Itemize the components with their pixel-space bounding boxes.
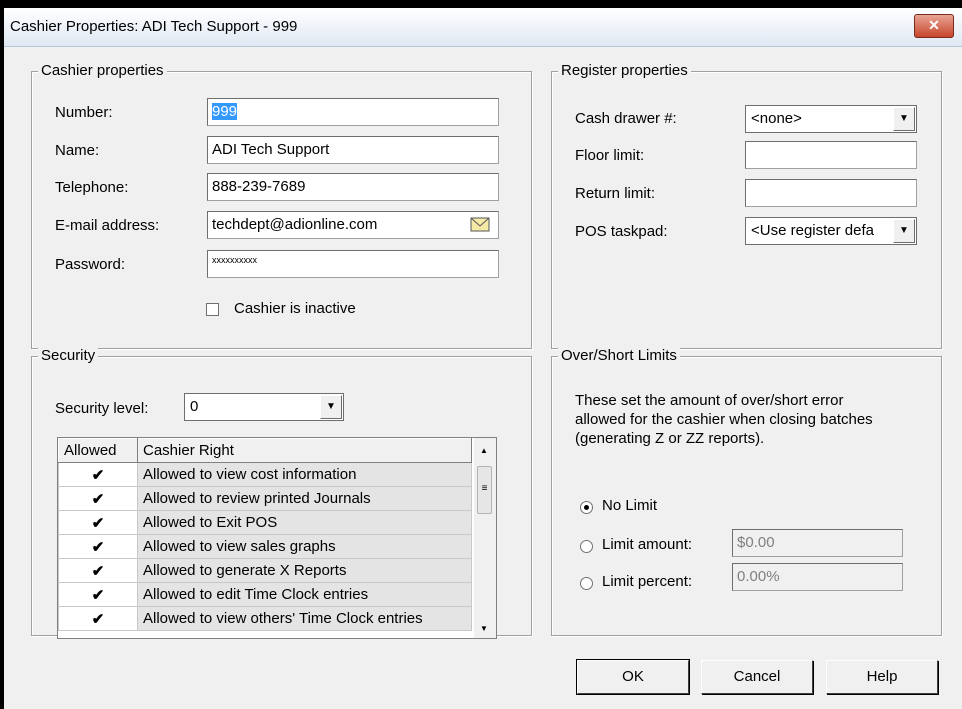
checkmark-icon: ✔ xyxy=(91,562,105,580)
checkmark-icon: ✔ xyxy=(91,466,105,484)
send-email-button[interactable] xyxy=(469,215,491,235)
over-short-description: These set the amount of over/short error… xyxy=(575,392,873,447)
cashier-inactive-checkbox[interactable] xyxy=(206,303,219,316)
help-button[interactable]: Help xyxy=(826,660,938,694)
over-short-limits-title: Over/Short Limits xyxy=(558,347,680,364)
limit-percent-field[interactable]: 0.00% xyxy=(732,563,903,591)
right-name: Allowed to edit Time Clock entries xyxy=(137,582,472,607)
cashier-properties-dialog: Cashier Properties: ADI Tech Support - 9… xyxy=(4,8,962,709)
telephone-field[interactable]: 888-239-7689 xyxy=(207,173,499,201)
table-row[interactable]: ✔ Allowed to view sales graphs xyxy=(58,534,472,559)
cash-drawer-label: Cash drawer #: xyxy=(575,110,677,127)
table-row[interactable]: ✔ Allowed to edit Time Clock entries xyxy=(58,582,472,607)
table-header-row: Allowed Cashier Right xyxy=(58,438,472,463)
chevron-down-icon[interactable]: ▼ xyxy=(893,107,915,131)
no-limit-label: No Limit xyxy=(602,497,658,514)
limit-amount-field[interactable]: $0.00 xyxy=(732,529,903,557)
window-title: Cashier Properties: ADI Tech Support - 9… xyxy=(10,18,298,35)
right-name: Allowed to view others' Time Clock entri… xyxy=(137,606,472,631)
email-field[interactable]: techdept@adionline.com xyxy=(207,211,499,239)
table-row[interactable]: ✔ Allowed to Exit POS xyxy=(58,510,472,535)
limit-percent-label: Limit percent: xyxy=(602,573,693,590)
pos-taskpad-label: POS taskpad: xyxy=(575,223,668,240)
cash-drawer-select[interactable]: <none> ▼ xyxy=(745,105,917,133)
name-label: Name: xyxy=(55,142,100,159)
right-name: Allowed to Exit POS xyxy=(137,510,472,535)
security-level-value: 0 xyxy=(190,398,199,415)
limit-percent-radio[interactable] xyxy=(580,577,593,590)
scrollbar-thumb[interactable]: ≡ xyxy=(477,466,492,514)
limit-amount-label: Limit amount: xyxy=(602,536,693,553)
floor-limit-field[interactable] xyxy=(745,141,917,169)
cashier-rights-table: Allowed Cashier Right ✔ Allowed to view c… xyxy=(57,437,497,639)
column-header-allowed[interactable]: Allowed xyxy=(58,438,138,463)
email-label: E-mail address: xyxy=(55,217,160,234)
password-label: Password: xyxy=(55,256,126,273)
close-button[interactable]: ✕ xyxy=(914,14,954,38)
security-title: Security xyxy=(38,347,99,364)
cash-drawer-value: <none> xyxy=(751,110,802,127)
table-row[interactable]: ✔ Allowed to review printed Journals xyxy=(58,486,472,511)
table-row[interactable]: ✔ Allowed to view others' Time Clock entr… xyxy=(58,606,472,631)
right-name: Allowed to view cost information xyxy=(137,462,472,487)
right-name: Allowed to generate X Reports xyxy=(137,558,472,583)
password-field[interactable]: xxxxxxxxxx xyxy=(207,250,499,278)
return-limit-label: Return limit: xyxy=(575,185,656,202)
checkmark-icon: ✔ xyxy=(91,514,105,532)
right-name: Allowed to review printed Journals xyxy=(137,486,472,511)
cashier-inactive-label: Cashier is inactive xyxy=(234,300,356,317)
right-name: Allowed to view sales graphs xyxy=(137,534,472,559)
checkmark-icon: ✔ xyxy=(91,538,105,556)
pos-taskpad-value: <Use register defa xyxy=(751,222,874,239)
number-label: Number: xyxy=(55,104,113,121)
return-limit-field[interactable] xyxy=(745,179,917,207)
table-row[interactable]: ✔ Allowed to view cost information xyxy=(58,462,472,487)
checkmark-icon: ✔ xyxy=(91,490,105,508)
chevron-down-icon[interactable]: ▼ xyxy=(893,219,915,243)
chevron-down-icon[interactable]: ▼ xyxy=(320,395,342,419)
floor-limit-label: Floor limit: xyxy=(575,147,645,164)
security-level-label: Security level: xyxy=(55,400,149,417)
number-field[interactable]: 999 xyxy=(207,98,499,126)
limit-amount-radio[interactable] xyxy=(580,540,593,553)
envelope-icon xyxy=(470,217,490,232)
scroll-down-icon[interactable]: ▼ xyxy=(480,624,488,633)
close-icon: ✕ xyxy=(928,17,940,33)
security-level-select[interactable]: 0 ▼ xyxy=(184,393,344,421)
scroll-up-icon[interactable]: ▲ xyxy=(480,446,488,455)
name-field[interactable]: ADI Tech Support xyxy=(207,136,499,164)
checkmark-icon: ✔ xyxy=(91,610,105,628)
pos-taskpad-select[interactable]: <Use register defa ▼ xyxy=(745,217,917,245)
ok-button[interactable]: OK xyxy=(576,659,690,695)
checkmark-icon: ✔ xyxy=(91,586,105,604)
cancel-button[interactable]: Cancel xyxy=(701,660,813,694)
table-row[interactable]: ✔ Allowed to generate X Reports xyxy=(58,558,472,583)
column-header-cashier-right[interactable]: Cashier Right xyxy=(137,438,472,463)
register-properties-title: Register properties xyxy=(558,62,691,79)
title-bar: Cashier Properties: ADI Tech Support - 9… xyxy=(4,8,962,47)
telephone-label: Telephone: xyxy=(55,179,129,196)
no-limit-radio[interactable] xyxy=(580,501,593,514)
vertical-scrollbar[interactable]: ▲ ≡ ▼ xyxy=(474,438,496,638)
cashier-properties-title: Cashier properties xyxy=(38,62,167,79)
